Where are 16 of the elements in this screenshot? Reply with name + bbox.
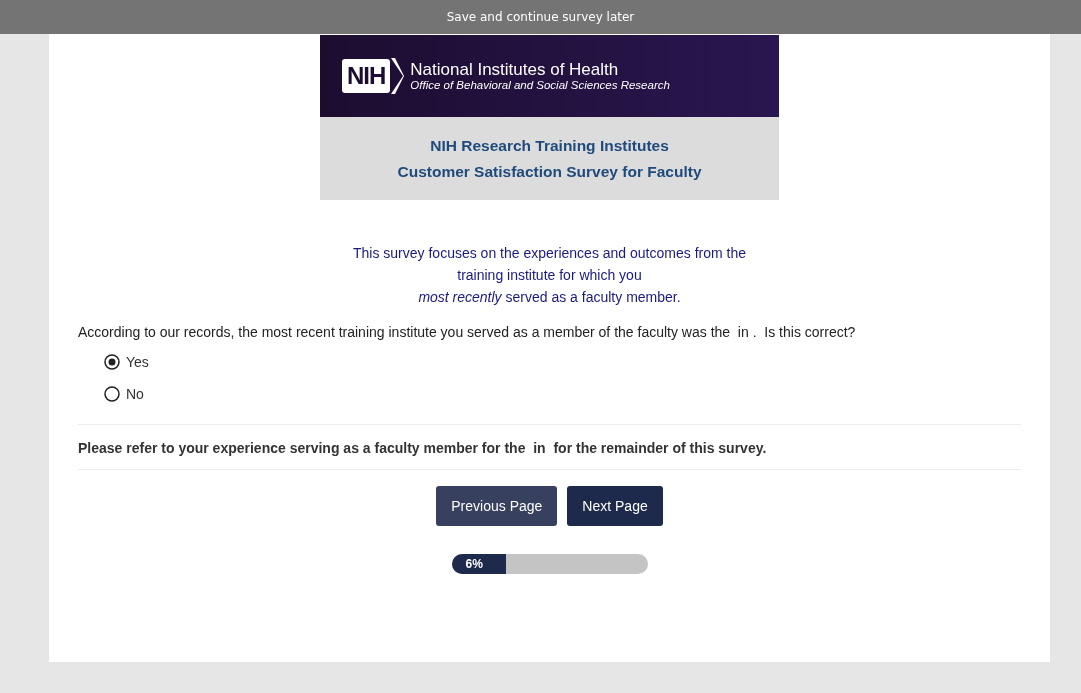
office-name: Office of Behavioral and Social Sciences Research [410, 78, 670, 91]
intro-text: most recently served as a faculty member. [417, 288, 682, 307]
note-text: Please refer to your experience serving as a faculty member for the in for the remainder of this survey. [78, 439, 768, 458]
org-name: National Institutes of Health [410, 61, 620, 79]
previous-page-button[interactable]: Previous Page [436, 486, 558, 526]
save-later-link[interactable]: Save and continue survey later [446, 10, 635, 24]
radio-option[interactable]: No [104, 386, 144, 402]
next-page-button[interactable]: Next Page [567, 486, 663, 526]
intro-text: This survey focuses on the experiences and outcomes from the [353, 244, 746, 263]
intro-text: training institute for which you [456, 266, 643, 285]
progress-label: 6% [464, 557, 483, 571]
question-text: According to our records, the most recent training institute you served as a member of the faculty was the in . Is this correct? [78, 324, 857, 340]
survey-title: Customer Satisfaction Survey for Faculty [397, 162, 702, 181]
chevron-icon [390, 58, 405, 94]
radio-option[interactable]: Yes [104, 354, 149, 370]
survey-title: NIH Research Training Institutes [430, 136, 669, 155]
